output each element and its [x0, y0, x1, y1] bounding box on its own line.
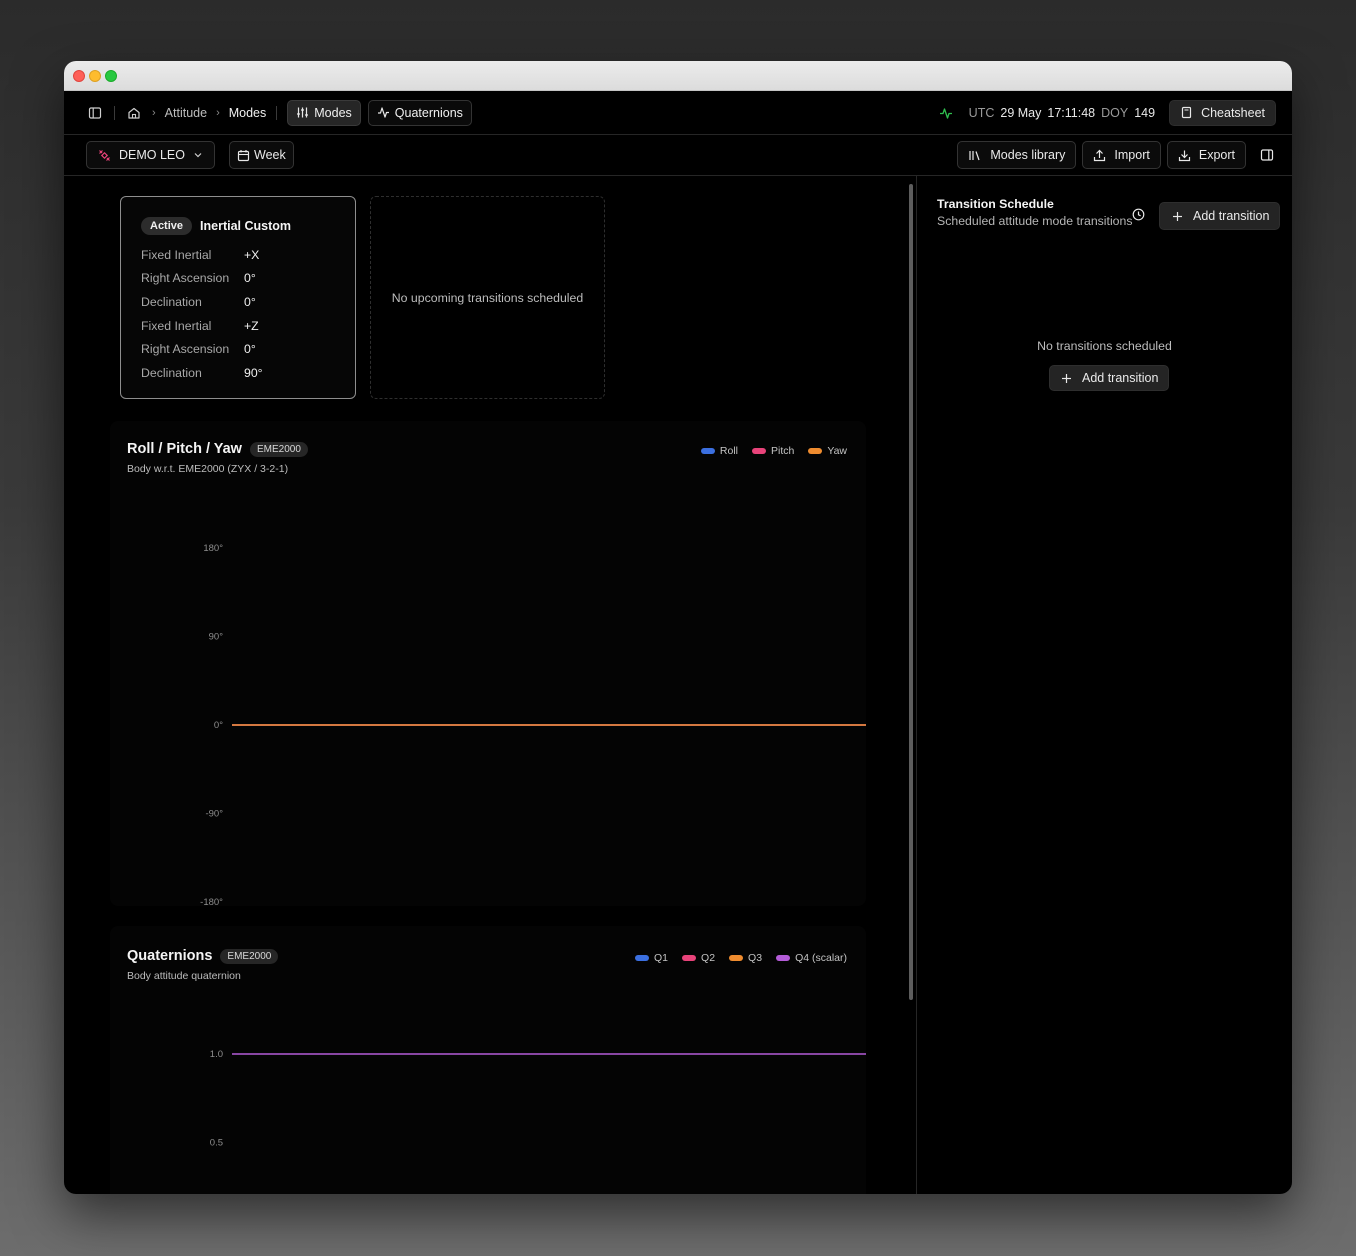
utc-label: UTC	[968, 105, 995, 120]
param-value: 0°	[244, 294, 256, 309]
right-panel-toggle-icon[interactable]	[1258, 146, 1276, 164]
export-button[interactable]: Export	[1166, 141, 1246, 169]
cheatsheet-button[interactable]: Cheatsheet	[1169, 99, 1276, 126]
app-window: › Attitude › Modes Modes Quaternions UTC…	[64, 61, 1292, 1194]
status-badge: Active	[141, 217, 193, 235]
upload-icon	[1094, 149, 1106, 161]
mode-param-row: Right Ascension 0°	[141, 267, 335, 291]
add-transition-button[interactable]: Add transition	[1159, 202, 1281, 230]
chevron-right-icon: ›	[152, 106, 156, 119]
sliders-icon	[297, 107, 309, 118]
calendar-icon	[237, 149, 250, 161]
breadcrumb-attitude[interactable]: Attitude	[165, 106, 207, 120]
y-tick-label: -180°	[200, 897, 223, 906]
param-key: Declination	[141, 294, 202, 309]
zoom-window-button[interactable]	[105, 69, 117, 82]
rpy-chart: 180°90°0°-90°-180°May 29May 31Jun 2Jun 3…	[200, 543, 866, 906]
schedule-title: Transition Schedule	[937, 197, 1054, 211]
book-icon	[1181, 106, 1192, 119]
mode-param-row: Right Ascension 0°	[141, 337, 335, 361]
add-transition-center-label: Add transition	[1082, 371, 1159, 385]
tab-quaternions[interactable]: Quaternions	[367, 99, 472, 126]
transition-schedule-panel: Transition Schedule Scheduled attitude m…	[916, 176, 1292, 1194]
activity-icon	[377, 107, 389, 118]
chevron-down-icon	[194, 153, 202, 158]
y-tick-label: -90°	[205, 809, 223, 820]
y-tick-label: 180°	[203, 543, 223, 554]
sidebar-toggle-icon[interactable]	[86, 104, 104, 122]
satellite-icon	[99, 149, 110, 161]
minimize-window-button[interactable]	[89, 69, 101, 82]
telemetry-status-icon	[937, 104, 955, 122]
tab-modes-label: Modes	[314, 105, 352, 120]
upcoming-message: No upcoming transitions scheduled	[391, 290, 584, 305]
range-label: Week	[254, 148, 286, 162]
divider	[276, 105, 278, 120]
quaternion-chart-card: Quaternions EME2000 Body attitude quater…	[110, 926, 866, 1194]
tab-modes[interactable]: Modes	[287, 99, 361, 126]
main-scrollbar[interactable]	[908, 179, 914, 1194]
mode-param-row: Fixed Inertial +Z	[141, 314, 335, 338]
spacecraft-select[interactable]: DEMO LEO	[86, 141, 215, 169]
param-value: +Z	[244, 318, 259, 333]
param-value: 0°	[244, 271, 256, 286]
spacecraft-label: DEMO LEO	[119, 148, 185, 162]
toolbar: DEMO LEO Week Modes library Import Expor…	[64, 135, 1292, 176]
schedule-subtitle: Scheduled attitude mode transitions	[937, 214, 1133, 228]
add-transition-center-button[interactable]: Add transition	[1049, 365, 1170, 391]
param-key: Fixed Inertial	[141, 247, 212, 262]
clock-icon[interactable]	[1132, 208, 1145, 226]
import-label: Import	[1114, 148, 1150, 162]
modes-library-label: Modes library	[990, 148, 1066, 162]
close-window-button[interactable]	[73, 69, 85, 82]
add-transition-label: Add transition	[1193, 209, 1270, 223]
y-tick-label: 0.5	[210, 1138, 223, 1149]
doy-label: DOY	[1101, 105, 1129, 120]
param-key: Fixed Inertial	[141, 318, 212, 333]
y-tick-label: 90°	[209, 632, 224, 643]
param-key: Right Ascension	[141, 271, 230, 286]
top-bar: › Attitude › Modes Modes Quaternions UTC…	[64, 91, 1292, 135]
window-titlebar	[64, 61, 1292, 91]
param-value: 90°	[244, 365, 263, 380]
home-icon[interactable]	[125, 104, 143, 122]
param-value: +X	[244, 247, 260, 262]
tab-quaternions-label: Quaternions	[394, 105, 463, 120]
plus-icon	[1173, 211, 1182, 221]
param-value: 0°	[244, 342, 256, 357]
param-key: Right Ascension	[141, 342, 230, 357]
breadcrumb-modes[interactable]: Modes	[229, 106, 267, 120]
divider	[114, 105, 115, 120]
doy-value: 149	[1134, 105, 1156, 120]
quaternion-chart: 1.00.50.0	[210, 1049, 866, 1149]
export-label: Export	[1198, 148, 1235, 162]
rpy-chart-card: Roll / Pitch / Yaw EME2000 Body w.r.t. E…	[110, 421, 866, 906]
mode-param-row: Declination 90°	[141, 361, 335, 385]
param-key: Declination	[141, 365, 202, 380]
chevron-right-icon: ›	[216, 106, 220, 119]
y-tick-label: 0°	[214, 720, 223, 731]
mode-param-row: Declination 0°	[141, 290, 335, 314]
cheatsheet-label: Cheatsheet	[1201, 105, 1265, 120]
mode-param-row: Fixed Inertial +X	[141, 243, 335, 267]
scrollbar-thumb[interactable]	[909, 184, 913, 1000]
plus-icon	[1062, 373, 1071, 383]
main-panel: Active Inertial Custom Fixed Inertial +X …	[64, 176, 916, 1194]
library-icon	[969, 150, 980, 160]
mode-name: Inertial Custom	[200, 219, 292, 233]
active-mode-card[interactable]: Active Inertial Custom Fixed Inertial +X …	[120, 196, 356, 399]
range-select[interactable]: Week	[229, 141, 294, 169]
utc-clock: UTC 29 May 17:11:48 DOY 149	[969, 106, 1155, 120]
empty-schedule-message: No transitions scheduled	[1037, 339, 1172, 353]
y-tick-label: 1.0	[210, 1049, 223, 1060]
utc-time: 17:11:48	[1047, 105, 1096, 120]
utc-date: 29 May	[1000, 105, 1042, 120]
import-button[interactable]: Import	[1082, 141, 1161, 169]
modes-library-button[interactable]: Modes library	[957, 141, 1077, 169]
upcoming-transitions-card: No upcoming transitions scheduled	[370, 196, 605, 399]
download-icon	[1178, 150, 1190, 161]
